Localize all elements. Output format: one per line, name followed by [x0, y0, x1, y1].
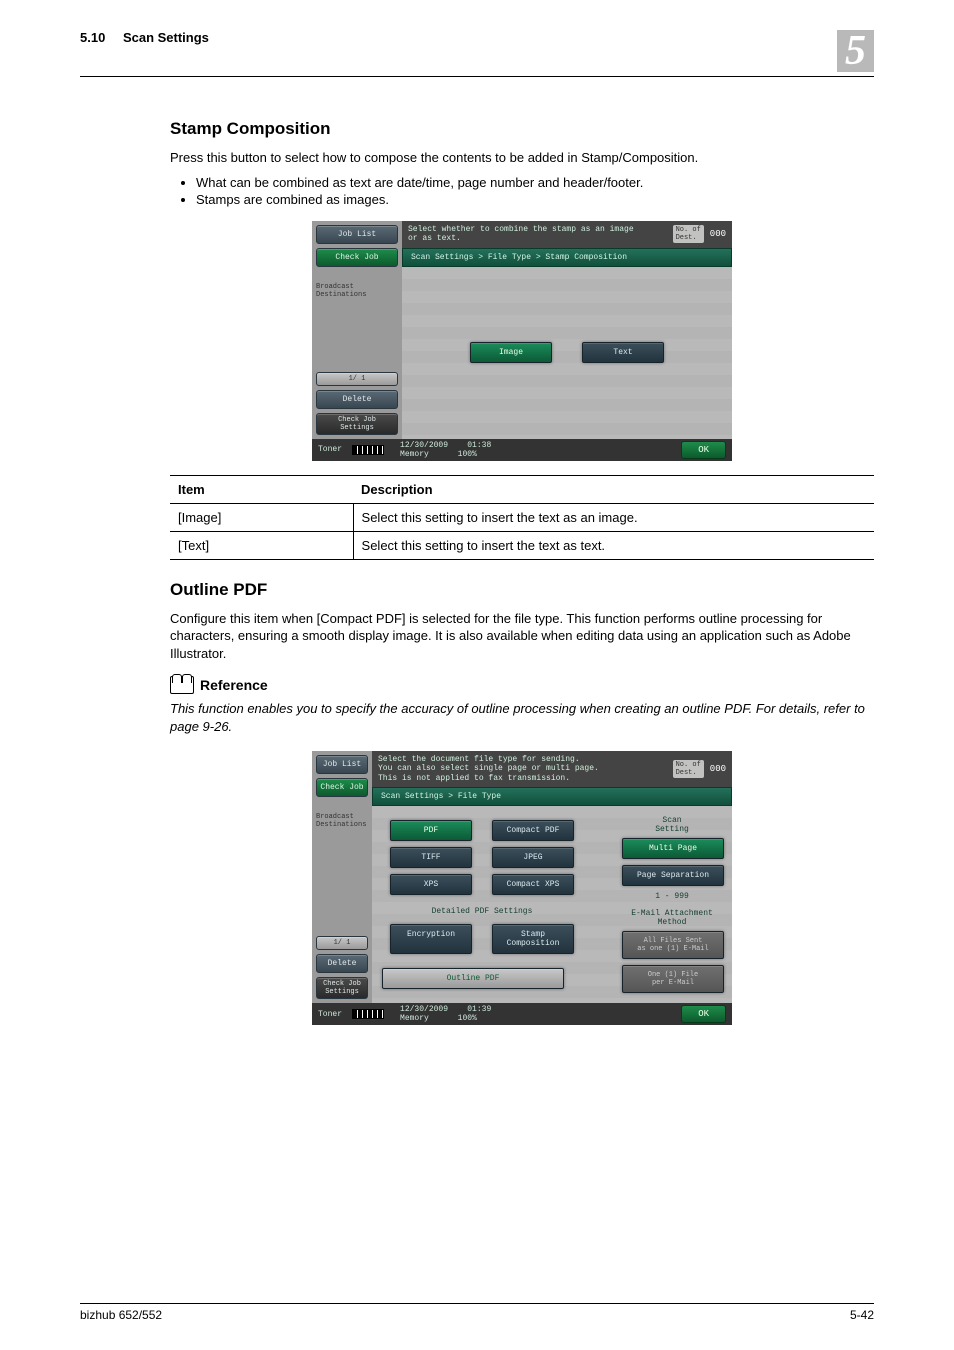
page-footer: bizhub 652/552 5-42	[80, 1303, 874, 1322]
check-job-button[interactable]: Check Job	[316, 778, 368, 797]
hint-text: Select the document file type for sendin…	[378, 755, 599, 784]
hint-text: Select whether to combine the stamp as a…	[408, 225, 638, 244]
broadcast-destinations-label: Broadcast Destinations	[316, 811, 368, 831]
th-description: Description	[353, 475, 874, 503]
footer-date: 12/30/2009	[400, 1005, 448, 1014]
td-desc: Select this setting to insert the text a…	[353, 531, 874, 559]
delete-button[interactable]: Delete	[316, 954, 368, 973]
jpeg-button[interactable]: JPEG	[492, 847, 574, 868]
breadcrumb: Scan Settings > File Type	[372, 787, 732, 806]
outline-pdf-text: Configure this item when [Compact PDF] i…	[170, 610, 874, 663]
encryption-button[interactable]: Encryption	[390, 924, 472, 954]
heading-stamp-composition: Stamp Composition	[170, 119, 874, 139]
footer-date: 12/30/2009	[400, 441, 448, 450]
reference-body: This function enables you to specify the…	[170, 700, 874, 736]
stamp-composition-button[interactable]: Stamp Composition	[492, 924, 574, 954]
mfp-panel-file-type: Job List Check Job Broadcast Destination…	[312, 751, 732, 1026]
ok-button[interactable]: OK	[681, 441, 726, 459]
td-desc: Select this setting to insert the text a…	[353, 503, 874, 531]
footer-page-number: 5-42	[850, 1308, 874, 1322]
page-separation-button[interactable]: Page Separation	[622, 865, 724, 886]
delete-button[interactable]: Delete	[316, 390, 398, 409]
item-description-table: Item Description [Image] Select this set…	[170, 475, 874, 560]
memory-label: Memory	[400, 450, 429, 459]
check-job-settings-button[interactable]: Check Job Settings	[316, 413, 398, 435]
email-attachment-method-label: E-Mail Attachment Method	[622, 909, 722, 927]
stamp-intro-text: Press this button to select how to compo…	[170, 149, 874, 167]
detailed-pdf-settings-label: Detailed PDF Settings	[382, 905, 582, 918]
bullet-item: Stamps are combined as images.	[196, 192, 874, 207]
memory-value: 100%	[458, 1014, 477, 1023]
table-row: [Text] Select this setting to insert the…	[170, 531, 874, 559]
toner-meter-icon	[352, 445, 384, 455]
toner-meter-icon	[352, 1009, 384, 1019]
outline-pdf-button[interactable]: Outline PDF	[382, 968, 564, 989]
footer-model: bizhub 652/552	[80, 1308, 162, 1322]
memory-label: Memory	[400, 1014, 429, 1023]
dest-count-value: 000	[710, 229, 726, 239]
job-list-button[interactable]: Job List	[316, 755, 368, 774]
check-job-settings-button[interactable]: Check Job Settings	[316, 977, 368, 999]
td-item: [Image]	[170, 503, 353, 531]
page-header: 5.10 Scan Settings 5	[80, 0, 874, 77]
toner-label: Toner	[318, 1010, 342, 1019]
text-option-button[interactable]: Text	[582, 342, 664, 363]
image-option-button[interactable]: Image	[470, 342, 552, 363]
compact-xps-button[interactable]: Compact XPS	[492, 874, 574, 895]
memory-value: 100%	[458, 450, 477, 459]
dest-count-label: No. of Dest.	[673, 225, 704, 243]
tiff-button[interactable]: TIFF	[390, 847, 472, 868]
one-file-per-email-button[interactable]: One (1) File per E-Mail	[622, 965, 724, 993]
heading-outline-pdf: Outline PDF	[170, 580, 874, 600]
breadcrumb: Scan Settings > File Type > Stamp Compos…	[402, 248, 732, 267]
mfp-panel-stamp-composition: Job List Check Job Broadcast Destination…	[312, 221, 732, 461]
check-job-button[interactable]: Check Job	[316, 248, 398, 267]
paging-indicator: 1/ 1	[316, 936, 368, 950]
all-files-one-email-button[interactable]: All Files Sent as one (1) E-Mail	[622, 931, 724, 959]
bullet-item: What can be combined as text are date/ti…	[196, 175, 874, 190]
broadcast-destinations-label: Broadcast Destinations	[316, 281, 398, 301]
th-item: Item	[170, 475, 353, 503]
section-number: 5.10	[80, 30, 105, 45]
compact-pdf-button[interactable]: Compact PDF	[492, 820, 574, 841]
toner-label: Toner	[318, 445, 342, 454]
paging-indicator: 1/ 1	[316, 372, 398, 386]
table-row: [Image] Select this setting to insert th…	[170, 503, 874, 531]
ok-button[interactable]: OK	[681, 1005, 726, 1023]
section-title: Scan Settings	[123, 30, 209, 45]
reference-icon	[170, 676, 194, 694]
page-range-value: 1 - 999	[622, 892, 722, 901]
xps-button[interactable]: XPS	[390, 874, 472, 895]
reference-label: Reference	[200, 677, 268, 693]
chapter-number: 5	[837, 30, 874, 72]
footer-time: 01:38	[467, 441, 491, 450]
dest-count-label: No. of Dest.	[673, 760, 704, 778]
footer-time: 01:39	[467, 1005, 491, 1014]
pdf-button[interactable]: PDF	[390, 820, 472, 841]
td-item: [Text]	[170, 531, 353, 559]
stamp-bullet-list: What can be combined as text are date/ti…	[170, 175, 874, 207]
multi-page-button[interactable]: Multi Page	[622, 838, 724, 859]
dest-count-value: 000	[710, 764, 726, 774]
job-list-button[interactable]: Job List	[316, 225, 398, 244]
scan-setting-label: Scan Setting	[622, 816, 722, 834]
